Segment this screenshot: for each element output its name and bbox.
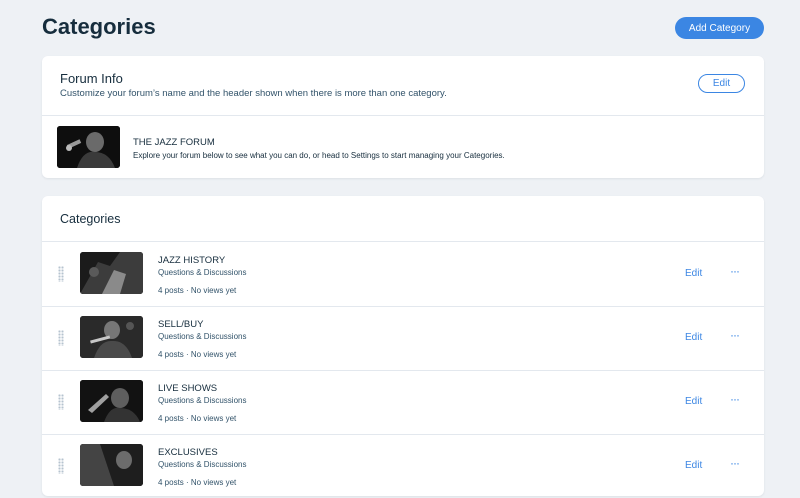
categories-card: Categories JAZZ HISTORY Questions & Disc… xyxy=(42,196,764,496)
forum-description: Explore your forum below to see what you… xyxy=(133,151,505,160)
drag-handle-icon[interactable] xyxy=(58,458,64,474)
category-subtitle: Questions & Discussions xyxy=(158,332,247,341)
category-row[interactable]: EXCLUSIVES Questions & Discussions 4 pos… xyxy=(42,434,764,498)
forum-info-edit-button[interactable]: Edit xyxy=(698,74,745,93)
category-thumbnail xyxy=(80,252,143,294)
category-subtitle: Questions & Discussions xyxy=(158,268,247,277)
add-category-button[interactable]: Add Category xyxy=(675,17,764,39)
category-edit-button[interactable]: Edit xyxy=(685,268,702,279)
category-thumbnail xyxy=(80,316,143,358)
forum-info-card: Forum Info Customize your forum’s name a… xyxy=(42,56,764,178)
page-title: Categories xyxy=(42,14,156,39)
category-subtitle: Questions & Discussions xyxy=(158,396,247,405)
more-actions-icon[interactable]: ··· xyxy=(730,328,740,342)
drag-handle-icon[interactable] xyxy=(58,266,64,282)
category-title: JAZZ HISTORY xyxy=(158,255,226,266)
category-edit-button[interactable]: Edit xyxy=(685,332,702,343)
category-stats: 4 posts · No views yet xyxy=(158,478,237,487)
category-title: SELL/BUY xyxy=(158,319,204,330)
category-row[interactable]: SELL/BUY Questions & Discussions 4 posts… xyxy=(42,306,764,371)
forum-info-subtitle: Customize your forum’s name and the head… xyxy=(60,88,447,99)
categories-heading: Categories xyxy=(60,212,121,226)
forum-name: THE JAZZ FORUM xyxy=(133,137,215,148)
category-row[interactable]: LIVE SHOWS Questions & Discussions 4 pos… xyxy=(42,370,764,435)
category-title: LIVE SHOWS xyxy=(158,383,218,394)
category-title: EXCLUSIVES xyxy=(158,447,218,458)
drag-handle-icon[interactable] xyxy=(58,330,64,346)
forum-info-title: Forum Info xyxy=(60,71,123,86)
category-subtitle: Questions & Discussions xyxy=(158,460,247,469)
more-actions-icon[interactable]: ··· xyxy=(730,456,740,470)
category-edit-button[interactable]: Edit xyxy=(685,460,702,471)
drag-handle-icon[interactable] xyxy=(58,394,64,410)
category-edit-button[interactable]: Edit xyxy=(685,396,702,407)
category-row[interactable]: JAZZ HISTORY Questions & Discussions 4 p… xyxy=(42,242,764,307)
forum-cover-image xyxy=(57,126,120,168)
more-actions-icon[interactable]: ··· xyxy=(730,392,740,406)
category-stats: 4 posts · No views yet xyxy=(158,286,237,295)
more-actions-icon[interactable]: ··· xyxy=(730,264,740,278)
category-stats: 4 posts · No views yet xyxy=(158,414,237,423)
category-thumbnail xyxy=(80,444,143,486)
category-thumbnail xyxy=(80,380,143,422)
category-stats: 4 posts · No views yet xyxy=(158,350,237,359)
forum-info-header: Forum Info Customize your forum’s name a… xyxy=(42,56,764,116)
